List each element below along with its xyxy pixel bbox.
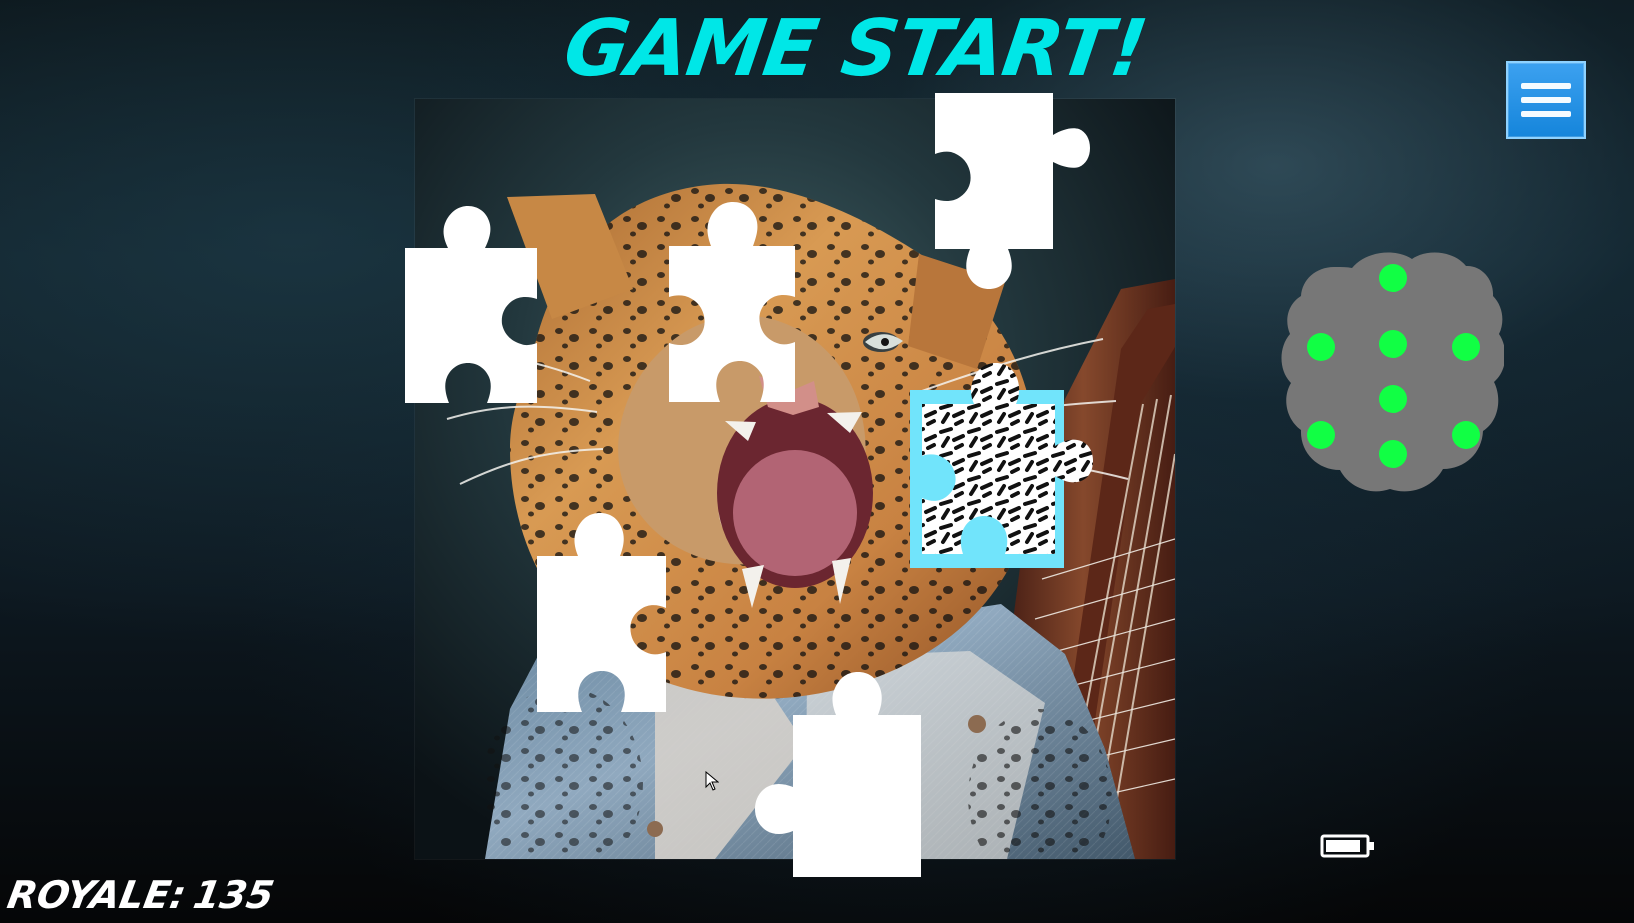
puzzle-piece[interactable] — [665, 198, 810, 403]
puzzle-piece[interactable] — [753, 669, 933, 879]
puzzle-piece[interactable] — [533, 509, 678, 714]
menu-line — [1521, 111, 1571, 117]
battery-icon — [1320, 834, 1374, 858]
menu-line — [1521, 97, 1571, 103]
puzzle-piece[interactable] — [405, 203, 545, 403]
menu-button[interactable] — [1506, 61, 1586, 139]
royale-score: 135 — [190, 873, 278, 917]
hamburger-menu-icon — [1521, 83, 1571, 117]
royale-label: ROYALE: — [4, 873, 190, 917]
menu-line — [1521, 83, 1571, 89]
game-title: GAME START! — [558, 4, 1152, 94]
selected-puzzle-piece[interactable] — [910, 354, 1095, 571]
piece-minimap — [1281, 252, 1504, 492]
puzzle-piece[interactable] — [923, 89, 1093, 299]
